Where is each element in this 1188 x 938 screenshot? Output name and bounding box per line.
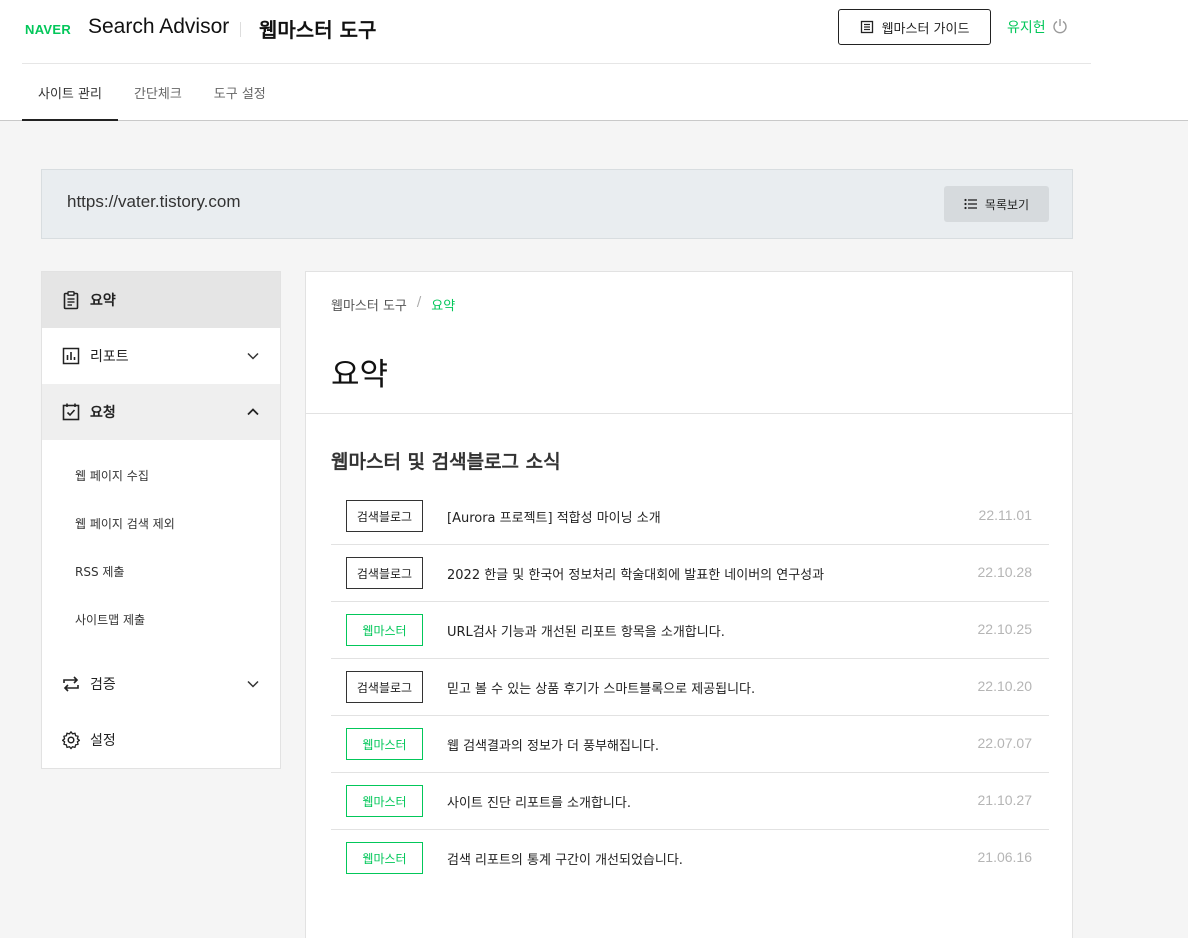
sidebar-item-verify[interactable]: 검증: [42, 656, 280, 712]
news-title[interactable]: URL검사 기능과 개선된 리포트 항목을 소개합니다.: [447, 621, 725, 640]
tool-title[interactable]: 웹마스터 도구: [259, 14, 376, 43]
breadcrumb-root[interactable]: 웹마스터 도구: [331, 295, 407, 314]
sidebar-item-settings[interactable]: 설정: [42, 712, 280, 768]
news-title[interactable]: 사이트 진단 리포트를 소개합니다.: [447, 792, 631, 811]
tab-site-management[interactable]: 사이트 관리: [22, 64, 118, 121]
naver-logo[interactable]: NAVER: [25, 22, 71, 37]
news-item[interactable]: 검색블로그 2022 한글 및 한국어 정보처리 학술대회에 발표한 네이버의 …: [331, 545, 1049, 602]
news-item[interactable]: 웹마스터 URL검사 기능과 개선된 리포트 항목을 소개합니다. 22.10.…: [331, 602, 1049, 659]
list-icon: [964, 198, 977, 210]
breadcrumb: 웹마스터 도구 / 요약: [331, 295, 455, 314]
breadcrumb-current: 요약: [431, 299, 456, 314]
news-date: 21.06.16: [977, 849, 1033, 865]
subitem-rss-submit[interactable]: RSS 제출: [42, 551, 280, 591]
news-date: 22.10.25: [977, 621, 1033, 637]
title-divider: [306, 413, 1072, 414]
news-item[interactable]: 웹마스터 사이트 진단 리포트를 소개합니다. 21.10.27: [331, 773, 1049, 830]
sidebar-item-request[interactable]: 요청: [42, 384, 280, 440]
page-title: 요약: [331, 357, 389, 393]
sidebar: 요약 리포트 요청 웹 페이지 수집 웹 페이지 검색 제외 RSS 제출 사이…: [41, 271, 281, 769]
news-item[interactable]: 검색블로그 [Aurora 프로젝트] 적합성 마이닝 소개 22.11.01: [331, 488, 1049, 545]
site-bar: https://vater.tistory.com 목록보기: [41, 169, 1073, 239]
news-date: 22.07.07: [977, 735, 1033, 751]
tab-simple-check[interactable]: 간단체크: [118, 64, 198, 120]
news-list: 검색블로그 [Aurora 프로젝트] 적합성 마이닝 소개 22.11.01 …: [331, 488, 1049, 887]
category-badge: 검색블로그: [346, 557, 423, 589]
main-tabs: 사이트 관리 간단체크 도구 설정: [22, 64, 282, 121]
news-title[interactable]: 믿고 볼 수 있는 상품 후기가 스마트블록으로 제공됩니다.: [447, 678, 755, 697]
swap-arrows-icon: [61, 674, 81, 694]
chevron-up-icon: [247, 408, 259, 416]
brand-divider: [240, 22, 241, 37]
tab-tool-settings[interactable]: 도구 설정: [198, 64, 282, 120]
subitem-webpage-exclude[interactable]: 웹 페이지 검색 제외: [42, 503, 280, 543]
list-view-button[interactable]: 목록보기: [944, 186, 1049, 222]
breadcrumb-separator: /: [416, 295, 422, 310]
news-date: 22.10.28: [977, 564, 1033, 580]
main-panel: 웹마스터 도구 / 요약 요약 웹마스터 및 검색블로그 소식 검색블로그 [A…: [305, 271, 1073, 938]
news-item[interactable]: 검색블로그 믿고 볼 수 있는 상품 후기가 스마트블록으로 제공됩니다. 22…: [331, 659, 1049, 716]
chevron-down-icon: [247, 680, 259, 688]
sidebar-item-label: 리포트: [90, 349, 129, 365]
sidebar-item-label: 검증: [90, 677, 116, 693]
subitem-sitemap-submit[interactable]: 사이트맵 제출: [42, 599, 280, 639]
guide-button-label: 웹마스터 가이드: [881, 21, 970, 37]
news-item[interactable]: 웹마스터 검색 리포트의 통계 구간이 개선되었습니다. 21.06.16: [331, 830, 1049, 887]
clipboard-icon: [61, 290, 81, 310]
news-title[interactable]: 2022 한글 및 한국어 정보처리 학술대회에 발표한 네이버의 연구성과: [447, 564, 824, 583]
site-url: https://vater.tistory.com: [67, 192, 241, 211]
category-badge: 검색블로그: [346, 500, 423, 532]
sidebar-item-label: 요약: [90, 293, 116, 309]
news-date: 21.10.27: [977, 792, 1033, 808]
top-header: NAVER Search Advisor 웹마스터 도구 웹마스터 가이드 유지…: [0, 0, 1188, 121]
sidebar-item-summary[interactable]: 요약: [42, 272, 280, 328]
chevron-down-icon: [247, 352, 259, 360]
category-badge: 웹마스터: [346, 614, 423, 646]
subitem-webpage-collect[interactable]: 웹 페이지 수집: [42, 455, 280, 495]
news-section-title: 웹마스터 및 검색블로그 소식: [331, 451, 561, 473]
category-badge: 웹마스터: [346, 842, 423, 874]
gear-icon: [61, 730, 81, 750]
bar-chart-icon: [61, 346, 81, 366]
category-badge: 웹마스터: [346, 785, 423, 817]
sidebar-item-label: 설정: [90, 733, 116, 749]
news-title[interactable]: 웹 검색결과의 정보가 더 풍부해집니다.: [447, 735, 659, 754]
news-title[interactable]: [Aurora 프로젝트] 적합성 마이닝 소개: [447, 507, 661, 526]
logout-power-icon[interactable]: [1052, 18, 1068, 34]
checkbox-clipboard-icon: [61, 402, 81, 422]
user-name[interactable]: 유지헌: [1007, 17, 1046, 37]
news-title[interactable]: 검색 리포트의 통계 구간이 개선되었습니다.: [447, 849, 683, 868]
brand-name[interactable]: Search Advisor: [88, 15, 229, 39]
book-icon: [860, 20, 873, 34]
news-date: 22.10.20: [977, 678, 1033, 694]
webmaster-guide-button[interactable]: 웹마스터 가이드: [838, 9, 991, 45]
sidebar-item-report[interactable]: 리포트: [42, 328, 280, 384]
sidebar-item-label: 요청: [90, 405, 116, 421]
news-date: 22.11.01: [978, 507, 1032, 523]
news-item[interactable]: 웹마스터 웹 검색결과의 정보가 더 풍부해집니다. 22.07.07: [331, 716, 1049, 773]
category-badge: 웹마스터: [346, 728, 423, 760]
category-badge: 검색블로그: [346, 671, 423, 703]
list-view-label: 목록보기: [984, 197, 1030, 212]
